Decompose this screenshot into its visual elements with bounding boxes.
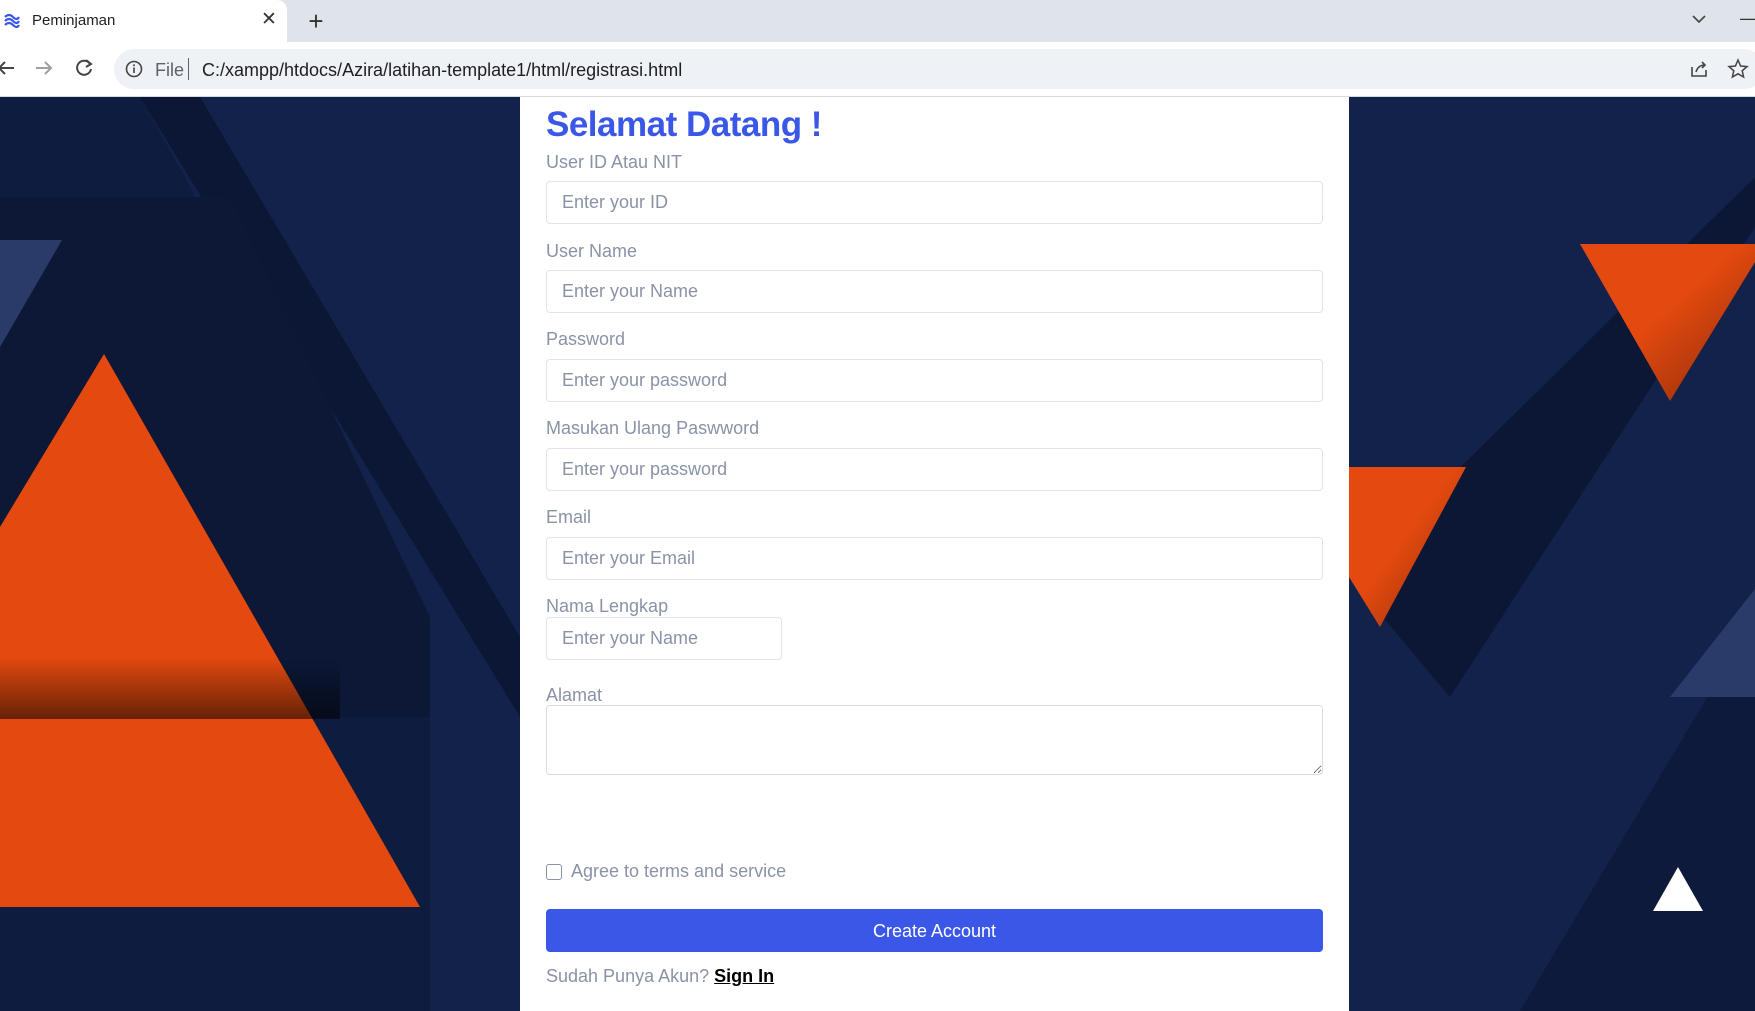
email-input[interactable] xyxy=(546,537,1323,580)
sign-in-link[interactable]: Sign In xyxy=(714,966,774,986)
full-name-label: Nama Lengkap xyxy=(546,596,669,616)
star-icon[interactable] xyxy=(1727,58,1749,80)
browser-tab-bar: Peminjaman ✕ + — xyxy=(0,0,1755,42)
confirm-password-label: Masukan Ulang Paswword xyxy=(546,418,760,438)
password-input[interactable] xyxy=(546,359,1323,402)
url-text[interactable]: C:/xampp/htdocs/Azira/latihan-template1/… xyxy=(202,60,682,81)
url-separator xyxy=(188,58,189,80)
email-label: Email xyxy=(546,507,592,527)
info-icon[interactable] xyxy=(125,60,143,78)
page-title: Selamat Datang ! xyxy=(546,105,822,144)
chevron-down-icon[interactable] xyxy=(1688,8,1710,30)
favicon-icon xyxy=(4,13,20,29)
url-scheme: File xyxy=(155,60,185,80)
full-name-input[interactable] xyxy=(546,617,782,660)
user-name-label: User Name xyxy=(546,241,638,261)
share-icon[interactable] xyxy=(1688,58,1710,80)
user-name-input[interactable] xyxy=(546,270,1323,313)
address-bar[interactable]: File C:/xampp/htdocs/Azira/latihan-templ… xyxy=(114,49,1755,89)
tab-title: Peminjaman xyxy=(32,12,116,29)
create-account-button[interactable]: Create Account xyxy=(546,909,1323,952)
address-textarea[interactable] xyxy=(546,705,1323,775)
terms-label[interactable]: Agree to terms and service xyxy=(571,861,786,882)
registration-card: Selamat Datang ! User ID Atau NIT User N… xyxy=(520,97,1349,1011)
reload-icon[interactable] xyxy=(71,55,97,81)
user-id-label: User ID Atau NIT xyxy=(546,152,683,172)
password-label: Password xyxy=(546,329,626,349)
minimize-window-icon[interactable]: — xyxy=(1740,8,1755,29)
tab-close-icon[interactable]: ✕ xyxy=(258,9,280,31)
browser-toolbar: File C:/xampp/htdocs/Azira/latihan-templ… xyxy=(0,42,1755,97)
new-tab-button[interactable]: + xyxy=(302,7,330,35)
confirm-password-input[interactable] xyxy=(546,448,1323,491)
page-viewport: Selamat Datang ! User ID Atau NIT User N… xyxy=(0,97,1755,1011)
address-label: Alamat xyxy=(546,685,603,705)
user-id-input[interactable] xyxy=(546,181,1323,224)
signin-prompt-row: Sudah Punya Akun? Sign In xyxy=(546,966,774,987)
terms-checkbox[interactable] xyxy=(546,864,562,880)
browser-tab-active[interactable]: Peminjaman ✕ xyxy=(0,0,287,42)
signin-prompt-text: Sudah Punya Akun? xyxy=(546,966,710,986)
forward-icon[interactable] xyxy=(31,55,57,81)
back-icon[interactable] xyxy=(0,55,20,81)
